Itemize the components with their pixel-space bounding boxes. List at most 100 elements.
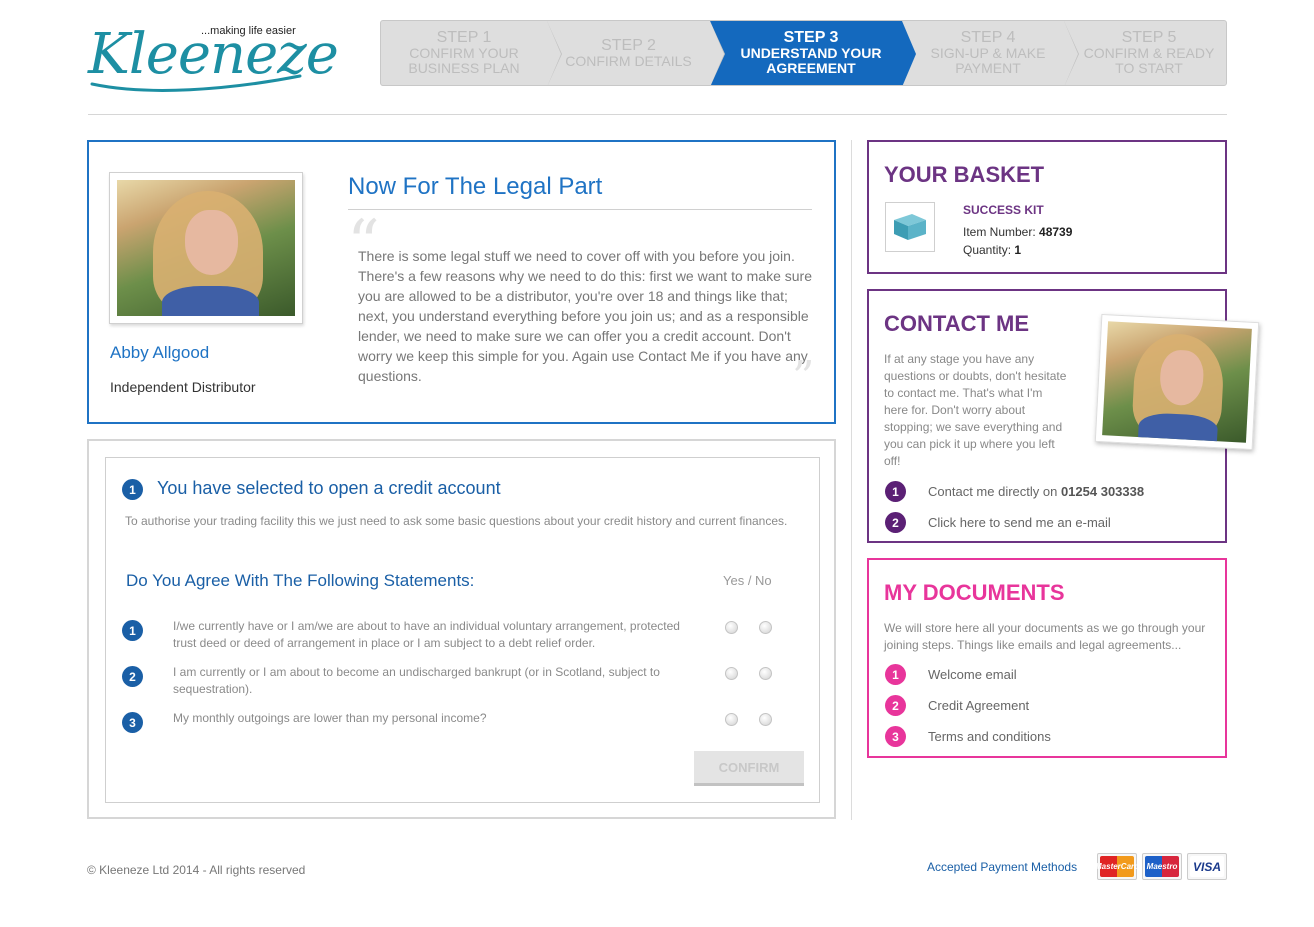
step-5-label-line1: CONFIRM & READY (1083, 45, 1215, 61)
photo-shirt-shape (161, 286, 260, 316)
contact-phone-text: Contact me directly on (928, 484, 1061, 499)
success-kit-image[interactable] (885, 202, 935, 252)
step-1-label-line2: BUSINESS PLAN (408, 60, 520, 76)
distributor-role: Independent Distributor (110, 379, 256, 395)
document-number-badge: 3 (885, 726, 906, 747)
photo-face-shape (184, 209, 239, 276)
step-arrow (1064, 21, 1078, 85)
quantity-value: 1 (1014, 243, 1022, 257)
statement-text: I/we currently have or I am/we are about… (173, 619, 680, 650)
statement-1-yes-radio[interactable] (725, 621, 738, 634)
contact-email-link[interactable]: 2 Click here to send me an e-mail (885, 512, 1111, 533)
item-number-label: Item Number: (963, 225, 1036, 239)
documents-title: MY DOCUMENTS (884, 580, 1065, 605)
section-number-badge: 1 (122, 479, 143, 500)
agree-statements-title: Do You Agree With The Following Statemen… (126, 571, 475, 590)
step-4-label-line1: SIGN-UP & MAKE (930, 45, 1046, 61)
statement-1-no-radio[interactable] (759, 621, 772, 634)
legal-intro-panel: Abby Allgood Independent Distributor Now… (87, 140, 836, 424)
progress-steps: STEP 1 CONFIRM YOUR BUSINESS PLAN STEP 2… (380, 20, 1227, 86)
statement-number-badge: 2 (122, 666, 143, 687)
step-3-label-line2: AGREEMENT (766, 60, 856, 76)
credit-account-panel: 1 You have selected to open a credit acc… (87, 439, 836, 819)
step-3-label-line1: UNDERSTAND YOUR (740, 45, 882, 61)
document-label: Welcome email (928, 667, 1017, 682)
step-5[interactable]: STEP 5 CONFIRM & READY TO START (1064, 21, 1226, 85)
payment-methods-label: Accepted Payment Methods (927, 860, 1078, 874)
close-quote-icon: ” (792, 352, 815, 403)
maestro-label: Maestro (1145, 856, 1179, 877)
contact-phone-label: Contact me directly on 01254 303338 (928, 484, 1144, 499)
document-number-badge: 1 (885, 664, 906, 685)
legal-part-title: Now For The Legal Part (348, 173, 603, 200)
contact-description: If at any stage you have any questions o… (884, 352, 1067, 468)
contact-number-badge: 1 (885, 481, 906, 502)
statement-text: My monthly outgoings are lower than my p… (173, 711, 487, 725)
kit-quantity: Quantity: 1 (963, 243, 1021, 257)
step-3-number: STEP 3 (783, 29, 839, 46)
step-2-label-line1: CONFIRM DETAILS (565, 52, 692, 69)
statement-number-badge: 1 (122, 620, 143, 641)
step-5-label-line2: TO START (1115, 60, 1183, 76)
credit-account-description: To authorise your trading facility this … (125, 514, 788, 528)
mastercard-icon: MasterCard (1095, 853, 1139, 880)
box-icon (894, 214, 926, 240)
basket-panel: YOUR BASKET SUCCESS KIT Item Number: 487… (867, 140, 1227, 274)
legal-intro-text: There is some legal stuff we need to cov… (358, 248, 812, 384)
visa-label: VISA (1190, 856, 1224, 877)
contact-photo-image (1102, 321, 1252, 443)
step-2-number: STEP 2 (601, 36, 656, 54)
step-2[interactable]: STEP 2 CONFIRM DETAILS (547, 21, 725, 85)
document-welcome-email[interactable]: 1 Welcome email (885, 664, 1017, 685)
visa-icon: VISA (1187, 853, 1227, 880)
mastercard-label: MasterCard (1095, 856, 1139, 877)
logo-swoosh-icon (90, 74, 302, 92)
item-number-value: 48739 (1039, 225, 1073, 239)
legal-title-divider (348, 209, 812, 210)
statement-number-badge: 3 (122, 712, 143, 733)
step-4[interactable]: STEP 4 SIGN-UP & MAKE PAYMENT (902, 21, 1079, 85)
statement-3-yes-radio[interactable] (725, 713, 738, 726)
header-divider (88, 114, 1227, 115)
step-arrow (902, 21, 916, 85)
kit-item-number: Item Number: 48739 (963, 225, 1072, 239)
credit-account-title: You have selected to open a credit accou… (157, 478, 501, 498)
statement-2-no-radio[interactable] (759, 667, 772, 680)
documents-description: We will store here all your documents as… (884, 621, 1206, 652)
step-4-label-line2: PAYMENT (955, 60, 1021, 76)
document-label: Terms and conditions (928, 729, 1051, 744)
document-number-badge: 2 (885, 695, 906, 716)
confirm-button[interactable]: CONFIRM (694, 751, 804, 786)
contact-phone-number: 01254 303338 (1060, 484, 1145, 499)
yes-no-header: Yes / No (723, 573, 772, 588)
basket-title: YOUR BASKET (884, 162, 1045, 187)
document-credit-agreement[interactable]: 2 Credit Agreement (885, 695, 1029, 716)
contact-email-label: Click here to send me an e-mail (928, 515, 1111, 530)
step-3[interactable]: STEP 3 UNDERSTAND YOUR AGREEMENT (710, 21, 916, 85)
contact-phone-item[interactable]: 1 Contact me directly on 01254 303338 (885, 481, 1144, 502)
step-1-number: STEP 1 (436, 29, 492, 46)
step-arrow (547, 21, 561, 85)
step-1[interactable]: STEP 1 CONFIRM YOUR BUSINESS PLAN (381, 21, 562, 85)
column-divider (851, 140, 852, 820)
statement-text: I am currently or I am about to become a… (173, 665, 660, 696)
credit-account-form: 1 You have selected to open a credit acc… (105, 457, 820, 803)
step-arrow (710, 21, 724, 85)
distributor-photo (109, 172, 303, 324)
document-terms[interactable]: 3 Terms and conditions (885, 726, 1051, 747)
copyright-text: © Kleeneze Ltd 2014 - All rights reserve… (87, 863, 306, 877)
statement-3-no-radio[interactable] (759, 713, 772, 726)
step-4-number: STEP 4 (960, 29, 1016, 46)
contact-photo (1094, 313, 1260, 451)
step-1-label-line1: CONFIRM YOUR (409, 45, 519, 61)
distributor-photo-image (117, 180, 295, 316)
kleeneze-logo[interactable]: ...making life easier Kleeneze (88, 20, 339, 95)
step-5-number: STEP 5 (1121, 29, 1177, 46)
maestro-icon: Maestro (1142, 853, 1182, 880)
contact-number-badge: 2 (885, 512, 906, 533)
documents-panel: MY DOCUMENTS We will store here all your… (867, 558, 1227, 758)
kit-name: SUCCESS KIT (963, 203, 1044, 217)
statement-2-yes-radio[interactable] (725, 667, 738, 680)
document-label: Credit Agreement (928, 698, 1030, 713)
distributor-name: Abby Allgood (110, 343, 210, 362)
